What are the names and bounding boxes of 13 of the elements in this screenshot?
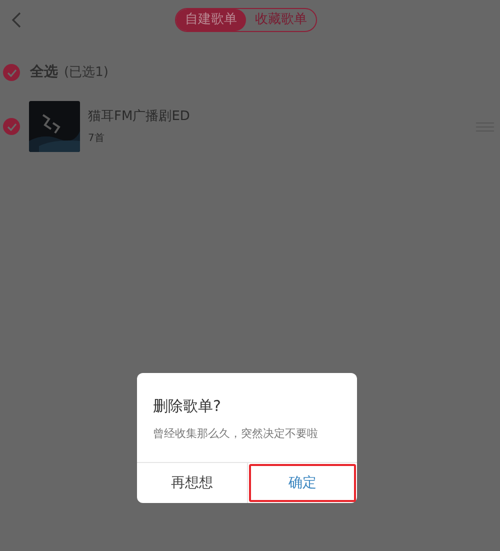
select-all-label: 全选 [30, 63, 58, 82]
check-icon [6, 68, 16, 76]
tab[interactable]: 自建歌单 [176, 9, 246, 31]
checkbox[interactable] [3, 64, 20, 81]
check-icon [6, 122, 16, 130]
selected-count: (已选1) [64, 64, 108, 82]
confirm-button[interactable]: 确定 [248, 464, 356, 502]
checkbox[interactable] [3, 118, 20, 135]
dialog-message: 曾经收集那么久，突然决定不要啦 [153, 426, 319, 442]
playlist-title: 猫耳FM广播剧ED [88, 108, 191, 126]
dialog-title: 删除歌单? [153, 396, 222, 417]
track-count: 7首 [88, 132, 106, 146]
cancel-button[interactable]: 再想想 [138, 464, 246, 502]
